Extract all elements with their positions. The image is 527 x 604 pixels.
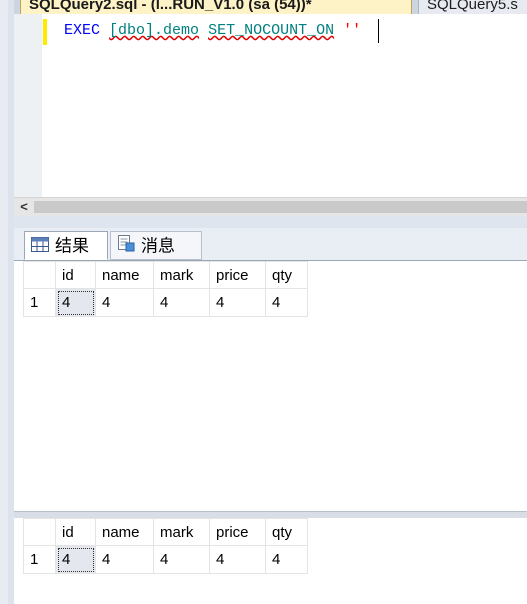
set-nocount-token: SET_NOCOUNT_ON	[208, 22, 335, 39]
code-line-1[interactable]: EXEC [dbo].demo SET_NOCOUNT_ON ''	[64, 21, 361, 41]
tab-results-label: 结果	[55, 236, 89, 256]
messages-icon	[117, 233, 135, 261]
editor-results-splitter[interactable]	[14, 216, 527, 228]
column-header-name[interactable]: name	[95, 261, 154, 289]
tab-results[interactable]: 结果	[24, 231, 108, 260]
text-caret	[378, 19, 379, 43]
column-header-qty[interactable]: qty	[265, 261, 308, 289]
editor-horizontal-scrollbar[interactable]: <	[14, 197, 527, 216]
cell-name[interactable]: 4	[95, 545, 154, 574]
tab-messages[interactable]: 消息	[110, 231, 202, 260]
editor-tab-strip: SQLQuery2.sql - (l...RUN_V1.0 (sa (54))*…	[14, 0, 527, 14]
column-header-price[interactable]: price	[209, 261, 266, 289]
cell-qty[interactable]: 4	[265, 288, 308, 317]
column-header-id[interactable]: id	[55, 518, 96, 546]
query-editor[interactable]: EXEC [dbo].demo SET_NOCOUNT_ON ''	[14, 14, 527, 197]
header-row: id name mark price qty	[23, 261, 308, 289]
cell-price[interactable]: 4	[209, 545, 266, 574]
result-table-1: id name mark price qty 1 4 4 4 4 4	[23, 261, 308, 317]
result-grid-2[interactable]: id name mark price qty 1 4 4 4 4 4	[14, 518, 527, 604]
tab-sqlquery2[interactable]: SQLQuery2.sql - (l...RUN_V1.0 (sa (54))*	[20, 0, 412, 14]
results-tab-bar: 结果 消息	[14, 228, 527, 261]
cell-name[interactable]: 4	[95, 288, 154, 317]
column-header-qty[interactable]: qty	[265, 518, 308, 546]
string-literal: ''	[343, 22, 362, 39]
column-header-name[interactable]: name	[95, 518, 154, 546]
keyword-exec: EXEC	[64, 22, 101, 39]
procedure-name: [dbo].demo	[109, 22, 200, 39]
cell-mark[interactable]: 4	[153, 545, 210, 574]
result-table-2: id name mark price qty 1 4 4 4 4 4	[23, 518, 308, 574]
row-number[interactable]: 1	[23, 545, 56, 574]
result-grid-1[interactable]: id name mark price qty 1 4 4 4 4 4	[14, 261, 527, 511]
cell-mark[interactable]: 4	[153, 288, 210, 317]
editor-margin	[14, 14, 42, 197]
column-header-id[interactable]: id	[55, 261, 96, 289]
column-header-mark[interactable]: mark	[153, 261, 210, 289]
row-number-header[interactable]	[23, 518, 56, 546]
row-number[interactable]: 1	[23, 288, 56, 317]
left-dock-inner	[0, 0, 8, 604]
column-header-mark[interactable]: mark	[153, 518, 210, 546]
cell-id[interactable]: 4	[55, 545, 96, 574]
scrollbar-thumb[interactable]	[34, 201, 527, 213]
header-row: id name mark price qty	[23, 518, 308, 546]
table-row: 1 4 4 4 4 4	[23, 545, 308, 574]
grid-icon	[31, 233, 49, 261]
column-header-price[interactable]: price	[209, 518, 266, 546]
tab-messages-label: 消息	[141, 236, 175, 256]
cell-price[interactable]: 4	[209, 288, 266, 317]
cell-id[interactable]: 4	[55, 288, 96, 317]
table-row: 1 4 4 4 4 4	[23, 288, 308, 317]
row-number-header[interactable]	[23, 261, 56, 289]
tab-sqlquery5[interactable]: SQLQuery5.s	[418, 0, 527, 14]
scroll-left-icon[interactable]: <	[16, 198, 32, 216]
left-dock-strip	[0, 0, 15, 604]
cell-qty[interactable]: 4	[265, 545, 308, 574]
change-marker	[43, 19, 47, 45]
